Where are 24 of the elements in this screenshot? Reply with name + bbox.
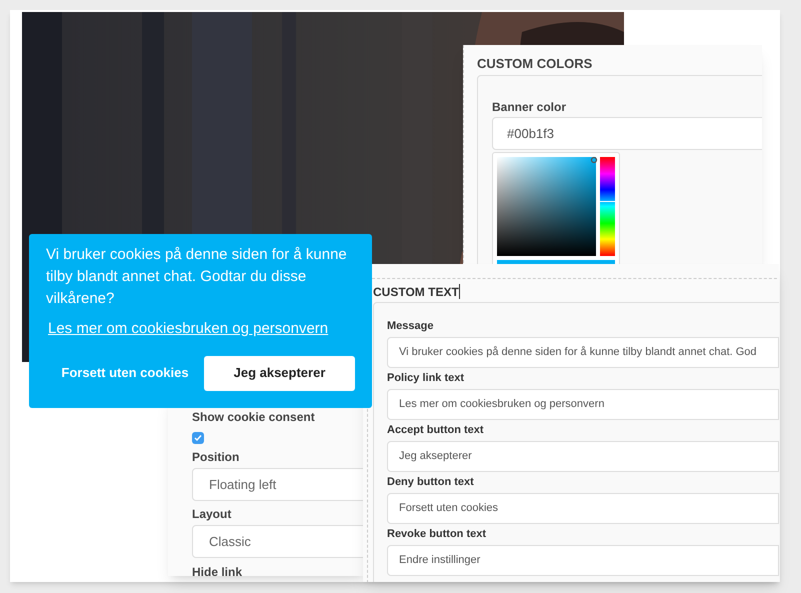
field-label: Banner color [492,99,566,116]
checkbox[interactable] [192,432,204,444]
input-field[interactable]: Endre instillinger [387,545,779,576]
field-label: Layout [192,507,232,521]
select-field[interactable]: Floating left [192,468,365,501]
text-cursor [458,284,460,299]
field-label: Show cookie consent [192,410,316,424]
input-field[interactable]: Jeg aksepterer [387,441,779,472]
field-label: Revoke button text [387,527,488,541]
input-field[interactable]: Vi bruker cookies på denne siden for å kunne tilby blandt annet chat. God [387,337,779,368]
input-field[interactable]: Les mer om cookiesbruken og personvern [387,389,779,420]
select-field[interactable]: Classic [192,525,365,558]
field-label: Hide link [192,565,244,576]
panel-title: CUSTOM COLORS [477,55,592,73]
input-field[interactable]: #00b1f3 [492,117,762,150]
banner-message: Vi bruker cookies på denne siden for å kunne tilby blandt annet chat. Godtar du disse vilkårene? [46,245,348,309]
panel-title: CUSTOM TEXT [373,284,459,298]
field-label: Position [192,450,240,464]
field-label: Policy link text [387,371,466,385]
accept-button[interactable]: Jeg aksepterer [204,356,355,390]
input-field[interactable]: Forsett uten cookies [387,493,779,524]
field-label: Deny button text [387,475,475,489]
field-label: Message [387,319,434,333]
field-label: Accept button text [387,423,485,437]
